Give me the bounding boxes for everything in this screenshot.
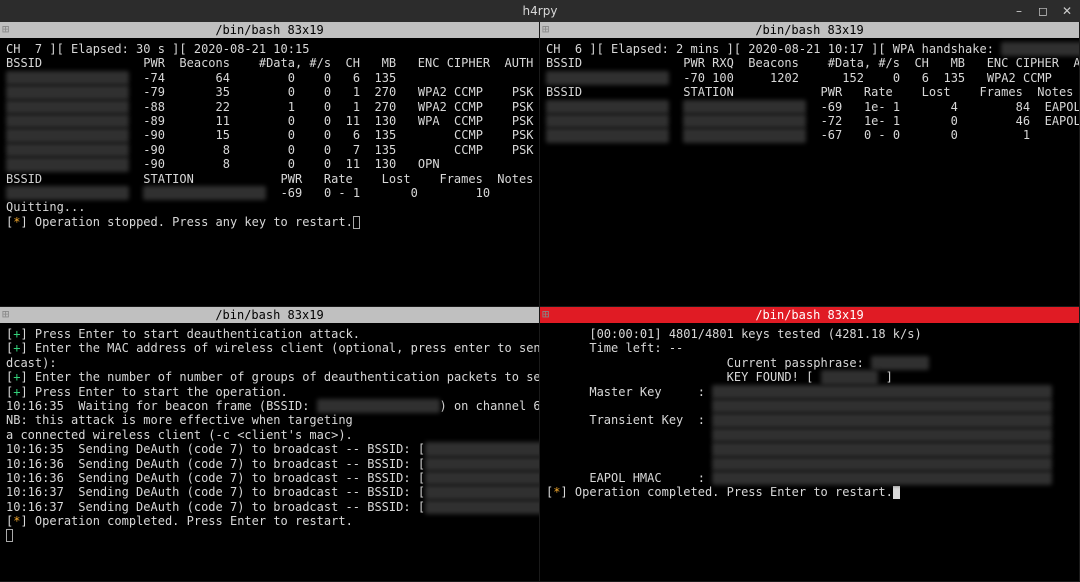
- terminal-row: [+] Enter the MAC address of wireless cl…: [6, 341, 533, 355]
- pane-titlebar[interactable]: ⊞ /bin/bash 83x19: [540, 22, 1079, 38]
- terminal-row: [*] Operation completed. Press Enter to …: [6, 514, 533, 528]
- terminal-row: XXXXXXXXXXXXXXXXX -89 11 0 0 11 130 WPA …: [6, 114, 533, 128]
- terminal-body[interactable]: CH 7 ][ Elapsed: 30 s ][ 2020-08-21 10:1…: [0, 38, 539, 235]
- terminal-row: XXXXXXXXXXXXXXXXXXXXXXXXXXXXXXXXXXXXXXXX…: [546, 442, 1073, 456]
- pane-title-label: /bin/bash 83x19: [215, 23, 323, 37]
- pane-titlebar[interactable]: ⊞ /bin/bash 83x19: [0, 22, 539, 38]
- asterisk: *: [13, 215, 20, 229]
- terminal-row: Master Key : XXXXXXXXXXXXXXXXXXXXXXXXXXX…: [546, 385, 1073, 399]
- pane-title-label: /bin/bash 83x19: [755, 23, 863, 37]
- terminal-row: [+] Press Enter to start deauthenticatio…: [6, 327, 533, 341]
- terminal-row: XXXXXXXXXXXXXXXXXXXXXXXXXXXXXXXXXXXXXXXX…: [546, 399, 1073, 413]
- terminal-pane: ⊞ /bin/bash 83x19 CH 6 ][ Elapsed: 2 mins …: [540, 22, 1080, 307]
- terminal-body[interactable]: [00:00:01] 4801/4801 keys tested (4281.1…: [540, 323, 1079, 506]
- terminal-row: 10:16:37 Sending DeAuth (code 7) to broa…: [6, 500, 533, 514]
- plus-mark: +: [13, 327, 20, 341]
- terminal-body[interactable]: CH 6 ][ Elapsed: 2 mins ][ 2020-08-21 10…: [540, 38, 1079, 149]
- terminal-row: 10:16:36 Sending DeAuth (code 7) to broa…: [6, 471, 533, 485]
- terminal-row: XXXXXXXXXXXXXXXXX XXXXXXXXXXXXXXXXX -69 …: [6, 186, 533, 200]
- terminal-row: 10:16:36 Sending DeAuth (code 7) to broa…: [6, 457, 533, 471]
- terminal-row: XXXXXXXXXXXXXXXXX -79 35 0 0 1 270 WPA2 …: [6, 85, 533, 99]
- asterisk: *: [553, 485, 560, 499]
- terminal-row: CH 6 ][ Elapsed: 2 mins ][ 2020-08-21 10…: [546, 42, 1073, 56]
- window-close-icon[interactable]: ✕: [1060, 4, 1074, 18]
- terminal-row: XXXXXXXXXXXXXXXXX -90 8 0 0 7 135 CCMP P…: [6, 143, 533, 157]
- pane-title-label: /bin/bash 83x19: [215, 308, 323, 322]
- pane-title-label: /bin/bash 83x19: [755, 308, 863, 322]
- plus-mark: +: [13, 370, 20, 384]
- terminal-row: CH 7 ][ Elapsed: 30 s ][ 2020-08-21 10:1…: [6, 42, 533, 56]
- pane-titlebar[interactable]: ⊞ /bin/bash 83x19: [540, 307, 1079, 323]
- terminal-row: 10:16:35 Waiting for beacon frame (BSSID…: [6, 399, 533, 413]
- window-maximize-icon[interactable]: ◻: [1036, 4, 1050, 18]
- terminal-row: 10:16:37 Sending DeAuth (code 7) to broa…: [6, 485, 533, 499]
- terminal-row: Time left: --: [546, 341, 1073, 355]
- terminal-row: [00:00:01] 4801/4801 keys tested (4281.1…: [546, 327, 1073, 341]
- window-titlebar: h4rpy – ◻ ✕: [0, 0, 1080, 22]
- terminal-row: EAPOL HMAC : XXXXXXXXXXXXXXXXXXXXXXXXXXX…: [546, 471, 1073, 485]
- pane-split-icon[interactable]: ⊞: [542, 307, 549, 321]
- terminal-pane: ⊞ /bin/bash 83x19 [00:00:01] 4801/4801 ke…: [540, 307, 1080, 582]
- window-title: h4rpy: [523, 4, 558, 18]
- terminal-pane: ⊞ /bin/bash 83x19 CH 7 ][ Elapsed: 30 s ][…: [0, 22, 540, 307]
- plus-mark: +: [13, 385, 20, 399]
- cursor-icon: [6, 529, 13, 542]
- cursor-icon: [353, 216, 360, 229]
- pane-split-icon[interactable]: ⊞: [2, 22, 9, 36]
- window-minimize-icon[interactable]: –: [1012, 4, 1026, 18]
- terminal-row: XXXXXXXXXXXXXXXXX -90 15 0 0 6 135 CCMP …: [6, 128, 533, 142]
- asterisk: *: [13, 514, 20, 528]
- terminal-row: a connected wireless client (-c <client'…: [6, 428, 533, 442]
- terminal-row: BSSID STATION PWR Rate Lost Frames Notes…: [6, 172, 533, 186]
- terminal-row: XXXXXXXXXXXXXXXXX -70 100 1202 152 0 6 1…: [546, 71, 1073, 85]
- terminal-row: KEY FOUND! [ XXXXXXXX ]: [546, 370, 1073, 384]
- terminal-row: BSSID PWR Beacons #Data, #/s CH MB ENC C…: [6, 56, 533, 70]
- pane-split-icon[interactable]: ⊞: [2, 307, 9, 321]
- terminal-row: dcast):: [6, 356, 533, 370]
- terminal-row: [+] Press Enter to start the operation.: [6, 385, 533, 399]
- terminal-row: BSSID PWR RXQ Beacons #Data, #/s CH MB E…: [546, 56, 1073, 70]
- terminal-row: Transient Key : XXXXXXXXXXXXXXXXXXXXXXXX…: [546, 413, 1073, 427]
- pane-titlebar[interactable]: ⊞ /bin/bash 83x19: [0, 307, 539, 323]
- terminal-row: XXXXXXXXXXXXXXXXX XXXXXXXXXXXXXXXXX -67 …: [546, 128, 1073, 142]
- cursor-icon: [893, 486, 900, 499]
- terminal-row: XXXXXXXXXXXXXXXXX -90 8 0 0 11 130 OPN: [6, 157, 533, 171]
- pane-split-icon[interactable]: ⊞: [542, 22, 549, 36]
- terminal-row: Current passphrase: XXXXXXXX: [546, 356, 1073, 370]
- terminal-row: XXXXXXXXXXXXXXXXX XXXXXXXXXXXXXXXXX -69 …: [546, 100, 1073, 114]
- terminal-row: BSSID STATION PWR Rate Lost Frames Notes…: [546, 85, 1073, 99]
- terminal-row: 10:16:35 Sending DeAuth (code 7) to broa…: [6, 442, 533, 456]
- terminal-row: [6, 528, 533, 542]
- terminal-row: [+] Enter the number of number of groups…: [6, 370, 533, 384]
- plus-mark: +: [13, 341, 20, 355]
- terminal-row: XXXXXXXXXXXXXXXXX XXXXXXXXXXXXXXXXX -72 …: [546, 114, 1073, 128]
- terminal-body[interactable]: [+] Press Enter to start deauthenticatio…: [0, 323, 539, 549]
- terminal-row: XXXXXXXXXXXXXXXXX -74 64 0 0 6 135 XXXXX: [6, 71, 533, 85]
- terminal-row: XXXXXXXXXXXXXXXXXXXXXXXXXXXXXXXXXXXXXXXX…: [546, 428, 1073, 442]
- terminal-row: [*] Operation completed. Press Enter to …: [546, 485, 1073, 499]
- terminal-row: XXXXXXXXXXXXXXXXX -88 22 1 0 1 270 WPA2 …: [6, 100, 533, 114]
- terminal-pane: ⊞ /bin/bash 83x19 [+] Press Enter to start…: [0, 307, 540, 582]
- terminal-row: XXXXXXXXXXXXXXXXXXXXXXXXXXXXXXXXXXXXXXXX…: [546, 457, 1073, 471]
- terminal-row: Quitting...: [6, 200, 533, 214]
- terminal-row: [*] Operation stopped. Press any key to …: [6, 215, 533, 229]
- terminal-row: NB: this attack is more effective when t…: [6, 413, 533, 427]
